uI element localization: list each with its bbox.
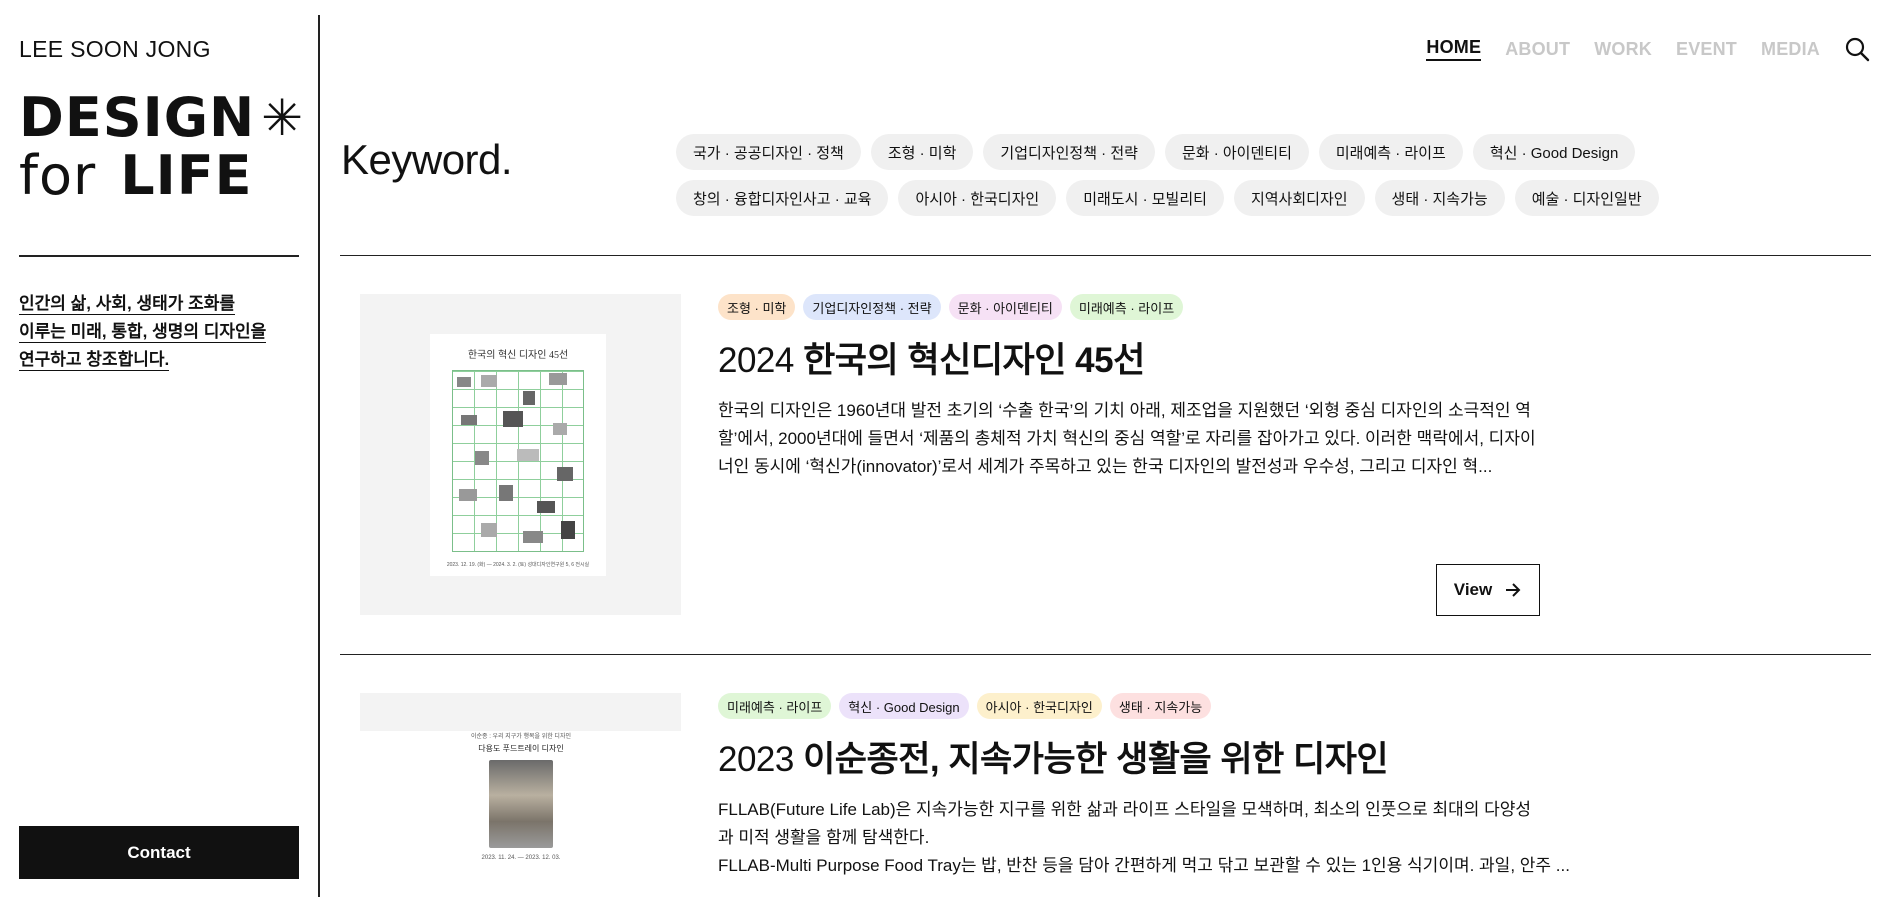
article-tag[interactable]: 생태 · 지속가능 <box>1109 693 1212 719</box>
article-thumbnail[interactable]: 이순종 : 우리 지구가 행복을 위한 디자인 다용도 푸드트레이 디자인 20… <box>360 693 681 906</box>
author-name[interactable]: LEE SOON JONG <box>19 36 211 63</box>
article-tag[interactable]: 아시아 · 한국디자인 <box>976 693 1102 719</box>
article-tag[interactable]: 혁신 · Good Design <box>839 693 969 719</box>
asterisk-icon: ✳ <box>261 89 305 147</box>
keyword-chip[interactable]: 조형 · 미학 <box>870 134 974 170</box>
view-button[interactable]: View <box>1436 564 1540 616</box>
contact-button[interactable]: Contact <box>19 826 299 879</box>
article-tag[interactable]: 조형 · 미학 <box>718 294 796 320</box>
keyword-chip[interactable]: 기업디자인정책 · 전략 <box>983 134 1155 170</box>
nav-event[interactable]: EVENT <box>1676 39 1737 60</box>
keyword-chip[interactable]: 지역사회디자인 <box>1233 180 1365 216</box>
keyword-chip[interactable]: 창의 · 융합디자인사고 · 교육 <box>676 180 889 216</box>
keyword-chip[interactable]: 미래도시 · 모빌리티 <box>1066 180 1224 216</box>
tagline-line: 연구하고 창조합니다. <box>19 350 170 371</box>
logo-line-design: DESIGN ✳ <box>19 90 304 146</box>
logo-word-life: LIFE <box>120 144 253 207</box>
poster-subtitle: 이순종 : 우리 지구가 행복을 위한 디자인 <box>471 734 571 740</box>
nav-work[interactable]: WORK <box>1594 39 1652 60</box>
nav-home[interactable]: HOME <box>1426 37 1482 61</box>
section-divider <box>340 654 1871 655</box>
sidebar-vertical-rule <box>318 15 320 897</box>
sidebar: LEE SOON JONG DESIGN ✳ for LIFE 인간의 삶, 사회… <box>0 0 319 906</box>
tagline: 인간의 삶, 사회, 생태가 조화를 이루는 미래, 통합, 생명의 디자인을 … <box>19 290 289 374</box>
logo-word-for: for <box>19 144 97 207</box>
keyword-chip[interactable]: 문화 · 아이덴티티 <box>1164 134 1309 170</box>
article-year: 2023 <box>718 740 794 779</box>
keyword-chip-list: 국가 · 공공디자인 · 정책 조형 · 미학 기업디자인정책 · 전략 문화 … <box>676 134 1676 216</box>
tagline-line: 이루는 미래, 통합, 생명의 디자인을 <box>19 322 267 343</box>
keyword-chip[interactable]: 예술 · 디자인일반 <box>1514 180 1659 216</box>
poster-title: 한국의 혁신 디자인 45선 <box>467 350 569 361</box>
poster-photo <box>489 760 553 848</box>
article-year: 2024 <box>718 341 794 380</box>
article-title[interactable]: 2023 이순종전, 지속가능한 생활을 위한 디자인 <box>718 731 1389 782</box>
keyword-chip[interactable]: 아시아 · 한국디자인 <box>898 180 1057 216</box>
tagline-line: 인간의 삶, 사회, 생태가 조화를 <box>19 294 236 315</box>
article-tag-list: 미래예측 · 라이프 혁신 · Good Design 아시아 · 한국디자인 … <box>718 693 1212 719</box>
article-tag[interactable]: 문화 · 아이덴티티 <box>948 294 1062 320</box>
keyword-chip[interactable]: 혁신 · Good Design <box>1472 134 1636 170</box>
poster-image: 한국의 혁신 디자인 45선 2023. 12. 19. (화) — 2024.… <box>430 334 606 576</box>
nav-about[interactable]: ABOUT <box>1505 39 1570 60</box>
main-nav: HOME ABOUT WORK EVENT MEDIA <box>1402 36 1870 62</box>
article-tag[interactable]: 미래예측 · 라이프 <box>718 693 832 719</box>
article-tag[interactable]: 미래예측 · 라이프 <box>1069 294 1184 320</box>
section-divider <box>340 255 1871 256</box>
article-title-text: 한국의 혁신디자인 45선 <box>803 341 1145 380</box>
article-description: FLLAB(Future Life Lab)은 지속가능한 지구를 위한 삶과 … <box>718 796 1570 880</box>
keyword-chip[interactable]: 미래예측 · 라이프 <box>1318 134 1463 170</box>
article-thumbnail[interactable]: 한국의 혁신 디자인 45선 2023. 12. 19. (화) — 2024.… <box>360 294 681 615</box>
article-description-line: FLLAB-Multi Purpose Food Tray는 밥, 반찬 등을 … <box>718 856 1570 875</box>
poster-footer: 2023. 12. 19. (화) — 2024. 3. 2. (토) 성대디자… <box>446 562 590 568</box>
thumbnail-background <box>360 693 681 731</box>
keyword-title: Keyword. <box>341 136 513 183</box>
keyword-chip[interactable]: 생태 · 지속가능 <box>1374 180 1505 216</box>
article-tag[interactable]: 기업디자인정책 · 전략 <box>803 294 941 320</box>
article-description: 한국의 디자인은 1960년대 발전 초기의 ‘수출 한국’의 기치 아래, 제… <box>718 401 1536 476</box>
logo-word-design: DESIGN <box>19 86 256 149</box>
article-title-text: 이순종전, 지속가능한 생활을 위한 디자인 <box>803 740 1389 779</box>
poster-dates: 2023. 11. 24. — 2023. 12. 03. <box>481 855 561 861</box>
view-button-label: View <box>1453 580 1493 599</box>
poster-photo-grid <box>452 370 584 552</box>
article-description-line: FLLAB(Future Life Lab)은 지속가능한 지구를 위한 삶과 … <box>718 800 1532 847</box>
poster-title: 다용도 푸드트레이 디자인 <box>478 744 564 753</box>
site-logo[interactable]: DESIGN ✳ for LIFE <box>19 90 304 206</box>
keyword-chip[interactable]: 국가 · 공공디자인 · 정책 <box>676 134 861 170</box>
article-title[interactable]: 2024 한국의 혁신디자인 45선 <box>718 332 1145 383</box>
nav-media[interactable]: MEDIA <box>1761 39 1820 60</box>
logo-line-for-life: for LIFE <box>19 146 304 206</box>
article-card: 한국의 혁신 디자인 45선 2023. 12. 19. (화) — 2024.… <box>340 294 1871 654</box>
article-card: 이순종 : 우리 지구가 행복을 위한 디자인 다용도 푸드트레이 디자인 20… <box>340 693 1871 906</box>
poster-image: 이순종 : 우리 지구가 행복을 위한 디자인 다용도 푸드트레이 디자인 20… <box>466 733 576 906</box>
article-tag-list: 조형 · 미학 기업디자인정책 · 전략 문화 · 아이덴티티 미래예측 · 라… <box>718 294 1184 320</box>
search-icon[interactable] <box>1844 36 1870 62</box>
sidebar-divider <box>19 255 299 257</box>
arrow-right-icon <box>1506 583 1521 597</box>
